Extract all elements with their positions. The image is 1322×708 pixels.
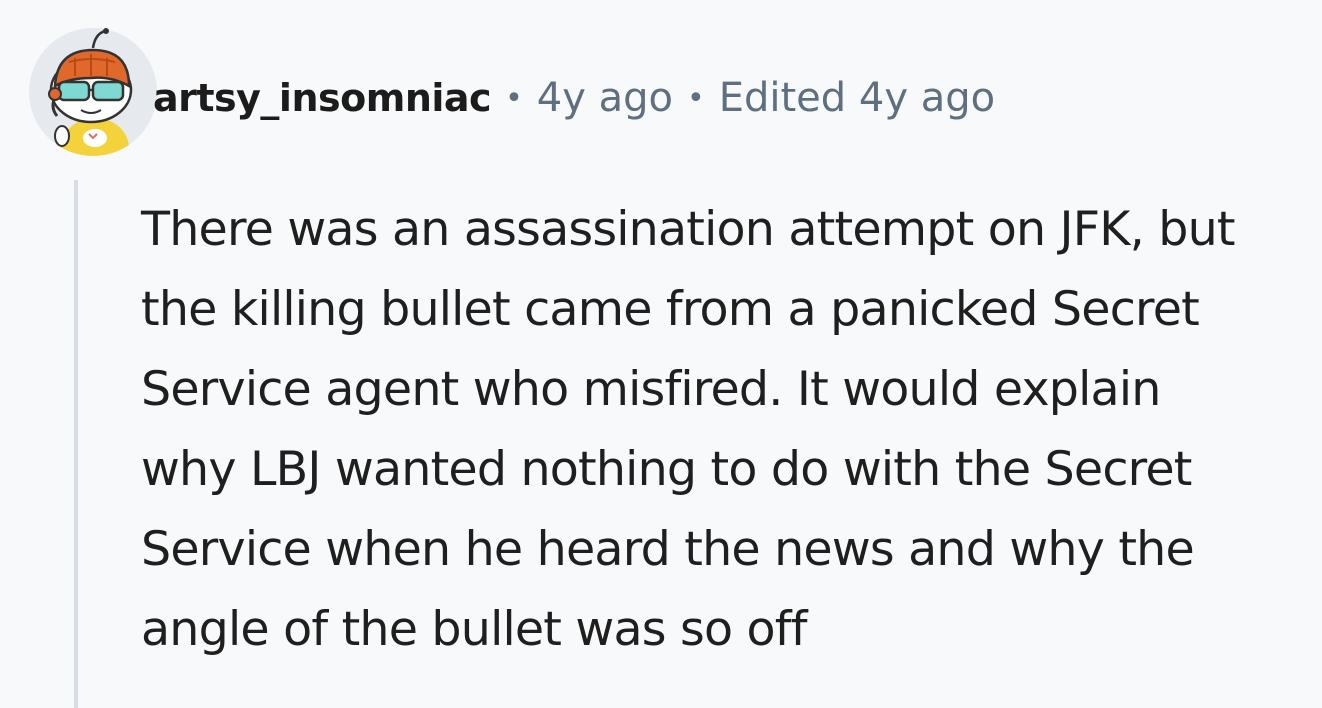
- meta-separator: •: [505, 80, 523, 116]
- post-timestamp[interactable]: 4y ago: [537, 75, 673, 121]
- comment-body: There was an assassination attempt on JF…: [141, 202, 1236, 657]
- meta-separator: •: [687, 80, 705, 116]
- comment: artsy_insomniac • 4y ago • Edited 4y ago…: [0, 0, 1322, 708]
- comment-meta: artsy_insomniac • 4y ago • Edited 4y ago: [153, 70, 995, 126]
- edited-timestamp: Edited 4y ago: [718, 75, 996, 121]
- username-link[interactable]: artsy_insomniac: [153, 76, 492, 120]
- snoo-avatar-icon[interactable]: [29, 28, 157, 156]
- thread-line[interactable]: [74, 180, 78, 708]
